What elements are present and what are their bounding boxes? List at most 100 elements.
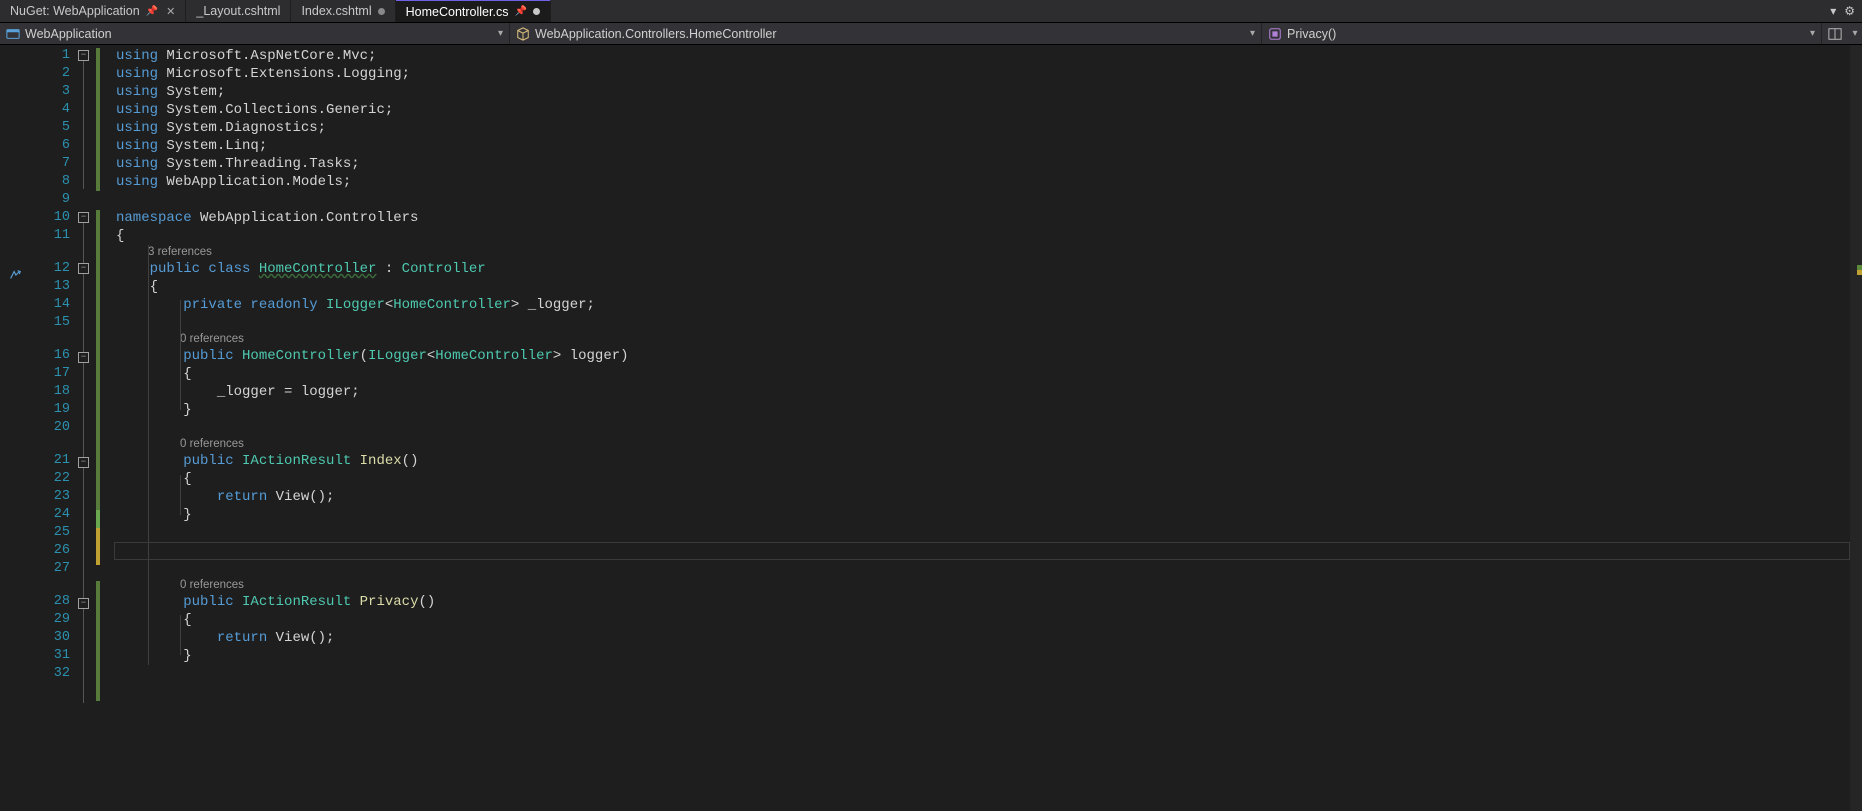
code-line: using WebApplication.Models; bbox=[114, 173, 1862, 191]
code-text-area[interactable]: using Microsoft.AspNetCore.Mvc; using Mi… bbox=[114, 45, 1862, 811]
code-line: { bbox=[114, 611, 1862, 629]
line-number: 11 bbox=[32, 227, 78, 245]
tab-layout[interactable]: _Layout.cshtml bbox=[186, 0, 291, 22]
outlining-margin: − − − − − − bbox=[78, 45, 114, 811]
tab-label: _Layout.cshtml bbox=[196, 4, 280, 18]
line-number: 1 bbox=[32, 47, 78, 65]
code-line bbox=[114, 560, 1862, 578]
code-line bbox=[114, 191, 1862, 209]
line-number: 3 bbox=[32, 83, 78, 101]
fold-toggle[interactable]: − bbox=[78, 598, 89, 609]
nav-project-selector[interactable]: WebApplication ▾ bbox=[0, 23, 510, 44]
project-icon bbox=[6, 27, 20, 41]
nav-member-label: Privacy() bbox=[1287, 27, 1336, 41]
fold-toggle[interactable]: − bbox=[78, 263, 89, 274]
codelens-references[interactable]: 0 references bbox=[114, 332, 1862, 347]
tab-label: HomeController.cs bbox=[406, 5, 509, 19]
pin-icon[interactable]: 📌 bbox=[514, 6, 526, 17]
line-number: 13 bbox=[32, 278, 78, 296]
close-icon[interactable]: ✕ bbox=[166, 5, 175, 18]
chevron-down-icon: ▾ bbox=[498, 28, 503, 39]
change-marker-unsaved bbox=[96, 528, 100, 565]
code-line: using System; bbox=[114, 83, 1862, 101]
code-line: using System.Diagnostics; bbox=[114, 119, 1862, 137]
code-line: public IActionResult Privacy() bbox=[114, 593, 1862, 611]
current-line-highlight bbox=[114, 542, 1850, 560]
line-number: 4 bbox=[32, 101, 78, 119]
chevron-down-icon: ▾ bbox=[1852, 28, 1857, 39]
code-line bbox=[114, 665, 1862, 683]
fold-toggle[interactable]: − bbox=[78, 352, 89, 363]
code-line: } bbox=[114, 401, 1862, 419]
tab-bar-right-controls: ▾ ⚙ bbox=[1823, 0, 1862, 22]
code-line: { bbox=[114, 278, 1862, 296]
code-line: return View(); bbox=[114, 488, 1862, 506]
line-number: 16 bbox=[32, 347, 78, 365]
tab-dropdown-button[interactable]: ▾ bbox=[1827, 4, 1839, 18]
method-icon bbox=[1268, 27, 1282, 41]
code-editor[interactable]: 1234567891011121314151617181920212223242… bbox=[0, 45, 1862, 811]
scrollbar-marker bbox=[1857, 270, 1862, 275]
code-line: { bbox=[114, 227, 1862, 245]
nav-dropdown-button[interactable]: ▾ bbox=[1848, 23, 1862, 44]
change-marker bbox=[96, 581, 100, 701]
code-line: using Microsoft.Extensions.Logging; bbox=[114, 65, 1862, 83]
line-number: 12 bbox=[32, 260, 78, 278]
line-number: 14 bbox=[32, 296, 78, 314]
code-line: namespace WebApplication.Controllers bbox=[114, 209, 1862, 227]
code-line: private readonly ILogger<HomeController>… bbox=[114, 296, 1862, 314]
pin-icon[interactable]: 📌 bbox=[146, 6, 158, 17]
nav-split-button[interactable] bbox=[1822, 23, 1848, 44]
nav-member-selector[interactable]: Privacy() ▾ bbox=[1262, 23, 1822, 44]
nav-class-label: WebApplication.Controllers.HomeControlle… bbox=[535, 27, 777, 41]
chevron-down-icon: ▾ bbox=[1810, 28, 1815, 39]
code-nav-bar: WebApplication ▾ WebApplication.Controll… bbox=[0, 23, 1862, 45]
tab-index[interactable]: Index.cshtml bbox=[291, 0, 395, 22]
line-number: 21 bbox=[32, 452, 78, 470]
indicator-margin bbox=[0, 45, 32, 811]
fold-toggle[interactable]: − bbox=[78, 50, 89, 61]
nav-class-selector[interactable]: WebApplication.Controllers.HomeControlle… bbox=[510, 23, 1262, 44]
line-number: 17 bbox=[32, 365, 78, 383]
outline-line bbox=[83, 61, 84, 189]
codelens-references[interactable]: 0 references bbox=[114, 578, 1862, 593]
line-number: 15 bbox=[32, 314, 78, 332]
tab-settings-button[interactable]: ⚙ bbox=[1841, 4, 1858, 18]
line-number: 27 bbox=[32, 560, 78, 578]
codelens-references[interactable]: 0 references bbox=[114, 437, 1862, 452]
dirty-dot-icon bbox=[378, 8, 385, 15]
line-number: 10 bbox=[32, 209, 78, 227]
track-changes-icon[interactable] bbox=[8, 268, 22, 282]
line-number: 8 bbox=[32, 173, 78, 191]
code-line: } bbox=[114, 647, 1862, 665]
line-number: 32 bbox=[32, 665, 78, 683]
vertical-scrollbar[interactable] bbox=[1850, 45, 1862, 811]
code-line: using System.Linq; bbox=[114, 137, 1862, 155]
change-marker bbox=[96, 48, 100, 191]
code-line bbox=[114, 542, 1862, 560]
line-number: 30 bbox=[32, 629, 78, 647]
line-number: 31 bbox=[32, 647, 78, 665]
tab-homecontroller[interactable]: HomeController.cs 📌 bbox=[396, 0, 551, 22]
line-number: 7 bbox=[32, 155, 78, 173]
tab-nuget[interactable]: NuGet: WebApplication 📌 ✕ bbox=[0, 0, 186, 22]
code-line bbox=[114, 524, 1862, 542]
fold-toggle[interactable]: − bbox=[78, 457, 89, 468]
codelens-references[interactable]: 3 references bbox=[114, 245, 1862, 260]
line-number: 29 bbox=[32, 611, 78, 629]
line-number: 6 bbox=[32, 137, 78, 155]
line-number: 19 bbox=[32, 401, 78, 419]
code-line: { bbox=[114, 365, 1862, 383]
document-tab-bar: NuGet: WebApplication 📌 ✕ _Layout.cshtml… bbox=[0, 0, 1862, 23]
line-number-gutter: 1234567891011121314151617181920212223242… bbox=[32, 45, 78, 811]
code-line bbox=[114, 314, 1862, 332]
fold-toggle[interactable]: − bbox=[78, 212, 89, 223]
dirty-dot-icon bbox=[533, 8, 540, 15]
class-icon bbox=[516, 27, 530, 41]
line-number: 23 bbox=[32, 488, 78, 506]
split-icon bbox=[1828, 27, 1842, 41]
code-line: using System.Collections.Generic; bbox=[114, 101, 1862, 119]
line-number: 28 bbox=[32, 593, 78, 611]
change-marker bbox=[96, 210, 100, 510]
line-number: 24 bbox=[32, 506, 78, 524]
